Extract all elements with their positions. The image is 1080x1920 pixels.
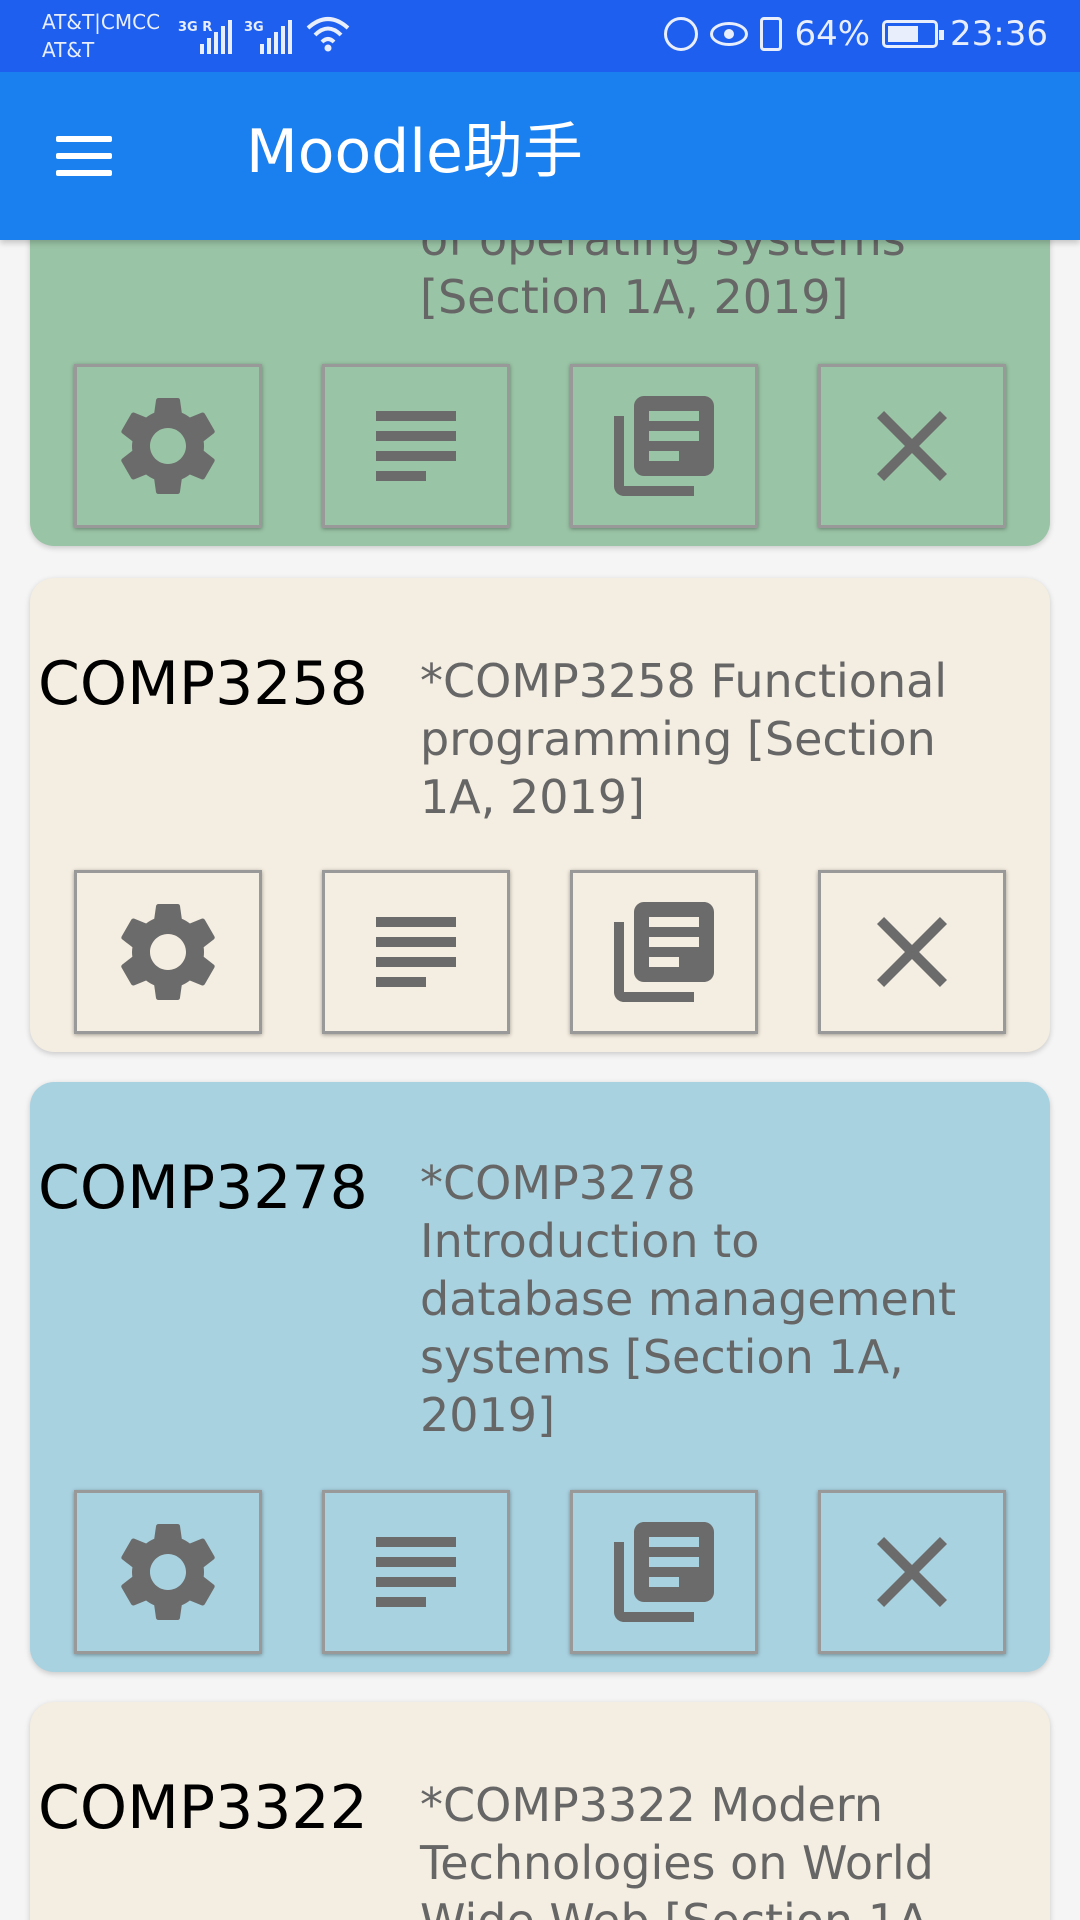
course-title: *COMP3258 Functional programming [Sectio… (420, 654, 948, 824)
clock: 23:36 (950, 14, 1048, 54)
status-right: 64% 23:36 (664, 14, 1048, 54)
remove-button[interactable] (818, 1490, 1006, 1654)
course-title: *COMP3278 Introduction to database manag… (420, 1156, 957, 1442)
app-bar: Moodle助手 (0, 72, 1080, 240)
settings-button[interactable] (74, 364, 262, 528)
signal-icon-2: 3G (244, 20, 292, 54)
details-button[interactable] (322, 364, 510, 528)
carrier-info: AT&T|CMCC AT&T (42, 8, 160, 64)
screen: AT&T|CMCC AT&T 3G R 3G 64% 23:36 Moodle助… (0, 0, 1080, 1920)
library-icon (614, 396, 714, 496)
details-button[interactable] (322, 1490, 510, 1654)
details-button[interactable] (322, 870, 510, 1034)
course-card[interactable]: COMP3258 *COMP3258 Functional programmin… (30, 578, 1050, 1052)
library-icon (614, 1522, 714, 1622)
remove-button[interactable] (818, 870, 1006, 1034)
gear-icon (121, 398, 215, 494)
course-title: *COMP3322 Modern Technologies on World W… (420, 1778, 943, 1920)
lines-icon (376, 917, 456, 987)
gear-icon (121, 1524, 215, 1620)
signal-icon-1: 3G R (178, 20, 232, 54)
status-bar: AT&T|CMCC AT&T 3G R 3G 64% 23:36 (0, 0, 1080, 72)
course-card[interactable]: COMP3278 *COMP3278 Introduction to datab… (30, 1082, 1050, 1672)
library-icon (614, 902, 714, 1002)
network-type-1: 3G R (178, 20, 213, 35)
data-saver-icon (664, 17, 699, 51)
remove-button[interactable] (818, 364, 1006, 528)
close-icon (877, 411, 947, 481)
resources-button[interactable] (570, 364, 758, 528)
menu-icon[interactable] (56, 136, 112, 176)
close-icon (877, 917, 947, 987)
settings-button[interactable] (74, 870, 262, 1034)
lines-icon (376, 411, 456, 481)
action-row (74, 364, 1006, 528)
course-card[interactable]: COMP3322 *COMP3322 Modern Technologies o… (30, 1702, 1050, 1920)
vibrate-icon (760, 17, 783, 51)
wifi-icon (306, 14, 350, 54)
course-code: COMP3322 (38, 1773, 368, 1843)
network-type-2: 3G (244, 20, 264, 35)
close-icon (877, 1537, 947, 1607)
signal-group: 3G R 3G (178, 12, 350, 54)
course-code: COMP3258 (38, 649, 368, 719)
app-title: Moodle助手 (246, 117, 583, 187)
battery-icon (882, 20, 945, 48)
settings-button[interactable] (74, 1490, 262, 1654)
action-row (74, 1490, 1006, 1654)
carrier-line-2: AT&T (42, 38, 95, 62)
lines-icon (376, 1537, 456, 1607)
carrier-line-1: AT&T|CMCC (42, 10, 161, 34)
course-code: COMP3278 (38, 1153, 368, 1223)
resources-button[interactable] (570, 1490, 758, 1654)
gear-icon (121, 904, 215, 1000)
eye-comfort-icon (710, 22, 749, 46)
battery-percent: 64% (794, 14, 871, 54)
action-row (74, 870, 1006, 1034)
resources-button[interactable] (570, 870, 758, 1034)
